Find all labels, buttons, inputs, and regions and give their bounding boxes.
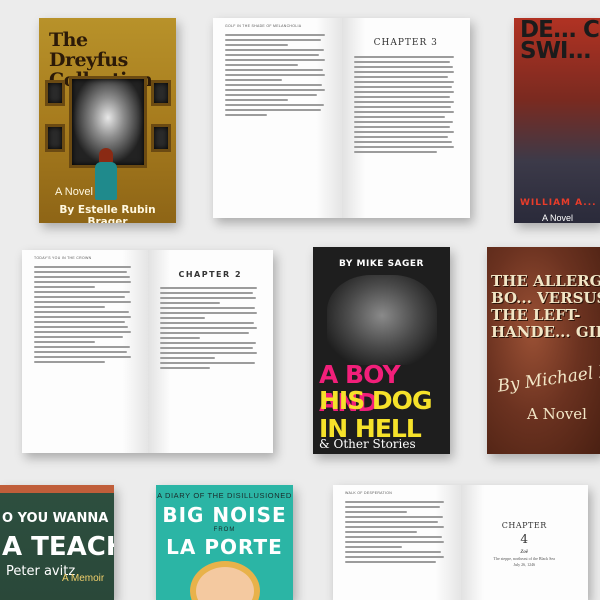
book-title: O YOU WANNA BE A TEACHER: [2, 505, 114, 566]
snarling-dog-image: [327, 275, 437, 365]
book-title: DE... C... SWI...: [520, 18, 600, 64]
book-cover-allergic-boy[interactable]: THE ALLERGIC BO... VERSUS THE LEFT-HANDE…: [487, 247, 600, 454]
book-kicker: A DIARY OF THE DISILLUSIONED: [157, 491, 292, 500]
body-text: [345, 501, 449, 563]
chapter-meta: Zoë The steppe, northeast of the Black S…: [473, 550, 577, 568]
running-head: TODAY'S YOU IN THE CROWN: [34, 256, 92, 260]
book-cover-devils-swim[interactable]: DE... C... SWI... WILLIAM A... A Novel: [514, 18, 600, 223]
book-subtitle: & Other Stories: [319, 437, 416, 451]
book-spread-chapter-4[interactable]: WALK OF DESPERATION CHAPTER 4 Zoë The st…: [333, 485, 588, 600]
book-cover-a-boy-and-his-dog[interactable]: BY MIKE SAGER A BOY AND HIS DOG IN HELL …: [313, 247, 450, 454]
body-text: [159, 287, 262, 369]
running-head: GOLF IN THE SHADE OF MELANCHOLIA: [225, 24, 302, 28]
right-page: CHAPTER 3: [341, 18, 470, 218]
chapter-heading: CHAPTER 2: [178, 270, 243, 279]
chapter-date: July 26, 1246: [513, 562, 536, 567]
book-author: By Michael Ku...: [496, 357, 600, 397]
girl-dress: [95, 162, 117, 200]
chapter-heading: CHAPTER: [501, 521, 547, 530]
body-text: [225, 34, 330, 116]
book-spread-chapter-3[interactable]: GOLF IN THE SHADE OF MELANCHOLIA CHAPTER…: [213, 18, 470, 218]
left-page: GOLF IN THE SHADE OF MELANCHOLIA: [213, 18, 342, 218]
painting-frame: [151, 124, 171, 152]
book-title-line2: HIS DOG IN HELL: [319, 386, 432, 443]
painting-frame: [45, 124, 65, 152]
left-page: TODAY'S YOU IN THE CROWN: [22, 250, 148, 453]
book-subtitle: A Memoir: [62, 573, 105, 584]
book-author: WILLIAM A...: [520, 198, 597, 208]
book-cover-big-noise-from-la-porte[interactable]: A DIARY OF THE DISILLUSIONED BIG NOISE F…: [156, 485, 293, 600]
body-text: [353, 56, 459, 153]
girl-portrait: [190, 561, 260, 600]
book-cover-so-you-wanna-be-a-teacher[interactable]: O YOU WANNA BE A TEACHER Peter avitz A M…: [0, 485, 114, 600]
left-page: WALK OF DESPERATION: [333, 485, 461, 600]
book-cover-dreyfus-collection[interactable]: The Dreyfus Collection A Novel By Estell…: [39, 18, 176, 223]
right-page: CHAPTER 2: [147, 250, 273, 453]
running-head: WALK OF DESPERATION: [345, 491, 393, 495]
book-author: By Estelle Rubin Brager: [59, 204, 156, 223]
book-spread-chapter-2[interactable]: TODAY'S YOU IN THE CROWN CHAPTER 2: [22, 250, 273, 453]
book-title-from: FROM: [213, 527, 236, 533]
chapter-heading: CHAPTER 3: [373, 38, 438, 48]
right-page: CHAPTER 4 Zoë The steppe, northeast of t…: [460, 485, 588, 600]
book-subtitle: A Novel: [542, 213, 574, 223]
painting-frame: [151, 80, 171, 106]
book-title-line1: BIG NOISE: [162, 503, 287, 527]
painting-frame: [45, 80, 65, 106]
book-author: BY MIKE SAGER: [339, 259, 424, 269]
book-title-big: A TEACHER: [2, 532, 114, 562]
book-title: THE ALLERGIC BO... VERSUS THE LEFT-HANDE…: [491, 272, 600, 341]
book-title-small: O YOU WANNA BE: [2, 511, 114, 526]
book-subtitle: A Novel: [527, 405, 587, 423]
book-title-line2: LA PORTE: [166, 535, 283, 559]
chapter-number: 4: [520, 532, 529, 546]
body-text: [34, 266, 136, 363]
book-subtitle: A Novel: [55, 186, 93, 198]
